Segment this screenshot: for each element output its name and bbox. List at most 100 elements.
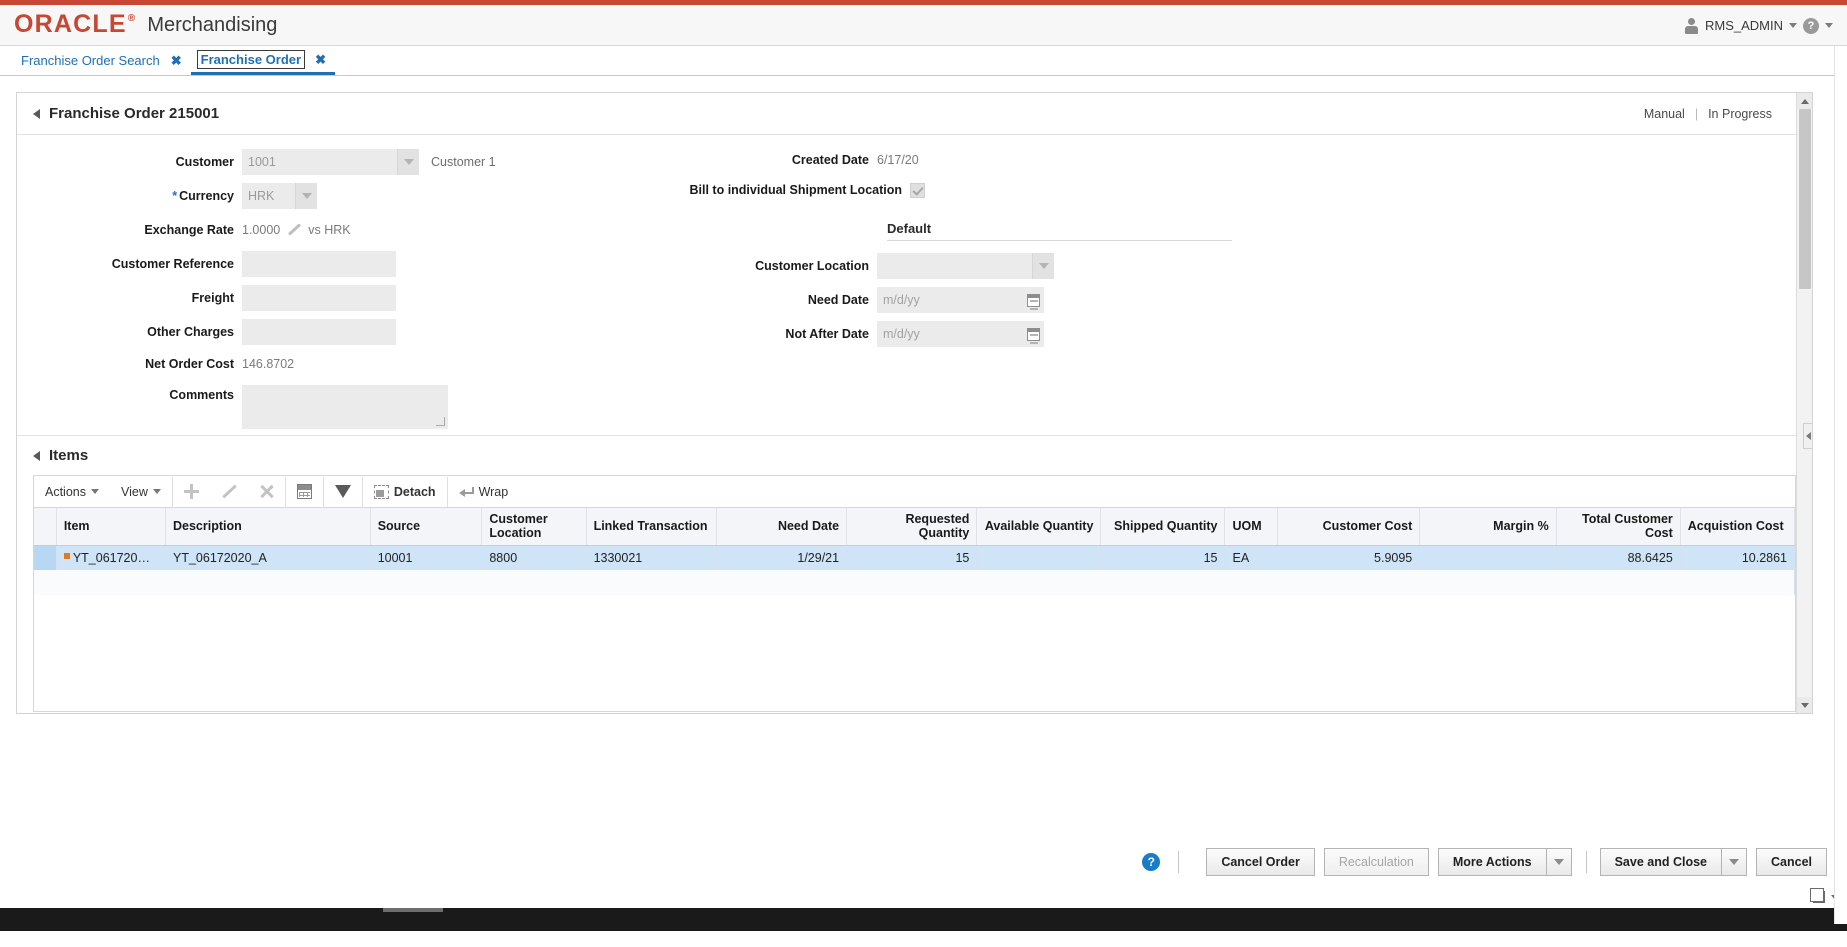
exchange-rate-suffix: vs HRK [308, 223, 351, 237]
tab-franchise-order[interactable]: Franchise Order ✖ [190, 46, 335, 75]
detach-button[interactable]: Detach [363, 477, 447, 507]
save-and-close-dropdown-button[interactable] [1721, 848, 1747, 876]
filter-button[interactable] [324, 477, 362, 507]
column-header-margin-pct[interactable]: Margin % [1419, 508, 1557, 546]
items-table-container[interactable]: Item Description Source Customer Locatio… [33, 507, 1796, 712]
need-date-field[interactable]: m/d/yy [877, 287, 1044, 313]
more-actions-button[interactable]: More Actions [1437, 848, 1546, 876]
exchange-rate-label: Exchange Rate [144, 223, 234, 237]
panel-collapse-handle[interactable] [1803, 423, 1812, 449]
cell-linked-transaction[interactable]: 1330021 [586, 545, 717, 571]
cell-acquisition-cost[interactable]: 10.2861 [1680, 545, 1795, 571]
customer-reference-input[interactable] [242, 251, 396, 277]
need-date-input[interactable]: m/d/yy [877, 287, 1022, 313]
column-header-linked-transaction[interactable]: Linked Transaction [586, 508, 717, 546]
column-header-available-quantity[interactable]: Available Quantity [976, 508, 1102, 546]
currency-field[interactable]: HRK [242, 183, 317, 209]
column-header-customer-location[interactable]: Customer Location [481, 508, 587, 546]
more-actions-split-button[interactable]: More Actions [1437, 848, 1572, 876]
cell-uom[interactable]: EA [1224, 545, 1278, 571]
column-header-uom[interactable]: UOM [1224, 508, 1278, 546]
column-header-description[interactable]: Description [165, 508, 371, 546]
customer-dropdown-button[interactable] [397, 149, 419, 175]
cell-customer-location[interactable]: 8800 [481, 545, 587, 571]
tab-close-icon[interactable]: ✖ [315, 53, 326, 66]
taskbar-active-chip [383, 908, 443, 912]
tab-franchise-order-search[interactable]: Franchise Order Search ✖ [14, 46, 191, 75]
not-after-date-field[interactable]: m/d/yy [877, 321, 1044, 347]
customer-location-field[interactable] [877, 253, 1054, 279]
panel-vertical-scrollbar[interactable] [1796, 93, 1812, 713]
wrap-button[interactable]: Wrap [448, 477, 520, 507]
cell-margin-pct[interactable] [1419, 545, 1557, 571]
export-to-excel-button[interactable] [286, 477, 323, 507]
column-header-need-date[interactable]: Need Date [716, 508, 848, 546]
customer-location-input[interactable] [877, 253, 1032, 279]
save-and-close-split-button[interactable]: Save and Close [1599, 848, 1747, 876]
need-date-calendar-button[interactable] [1022, 287, 1044, 313]
cell-customer-cost[interactable]: 5.9095 [1277, 545, 1421, 571]
cancel-order-button[interactable]: Cancel Order [1206, 848, 1315, 876]
table-row[interactable]: YT_061720… YT_06172020_A 10001 8800 1330… [34, 545, 1795, 571]
user-menu-chevron-down-icon[interactable] [1789, 23, 1797, 28]
column-header-requested-quantity[interactable]: Requested Quantity [846, 508, 978, 546]
customer-reference-label: Customer Reference [111, 257, 234, 271]
cell-need-date[interactable]: 1/29/21 [716, 545, 848, 571]
bill-to-shipment-location-checkbox[interactable] [910, 182, 925, 198]
table-empty-cell [34, 570, 1795, 596]
view-menu-label: View [121, 484, 148, 499]
help-menu-chevron-down-icon[interactable] [1825, 23, 1833, 28]
scroll-up-button[interactable] [1797, 93, 1812, 109]
currency-input[interactable]: HRK [242, 183, 295, 209]
row-selection-marker[interactable] [34, 545, 57, 571]
cell-requested-quantity[interactable]: 15 [846, 545, 978, 571]
collapse-triangle-icon[interactable] [33, 108, 40, 119]
customer-field[interactable]: 1001 [242, 149, 419, 175]
column-header-shipped-quantity[interactable]: Shipped Quantity [1100, 508, 1226, 546]
column-header-item[interactable]: Item [56, 508, 167, 546]
restore-window-icon[interactable] [1810, 888, 1825, 903]
customer-location-dropdown-button[interactable] [1032, 253, 1054, 279]
not-after-date-input[interactable]: m/d/yy [877, 321, 1022, 347]
cell-item[interactable]: YT_061720… [56, 545, 167, 571]
column-header-source[interactable]: Source [370, 508, 483, 546]
customer-location-label: Customer Location [755, 259, 869, 273]
actions-menu[interactable]: Actions [34, 477, 110, 507]
delete-row-button[interactable] [248, 477, 285, 507]
column-header-acquisition-cost[interactable]: Acquistion Cost [1680, 508, 1795, 546]
help-icon[interactable]: ? [1803, 17, 1819, 34]
calendar-icon [1026, 293, 1040, 310]
other-charges-input[interactable] [242, 319, 396, 345]
default-group: Default [657, 221, 1357, 241]
view-menu[interactable]: View [110, 477, 172, 507]
currency-dropdown-button[interactable] [295, 183, 317, 209]
item-flag-icon [63, 553, 70, 559]
tab-label: Franchise Order Search [21, 53, 160, 68]
cell-shipped-quantity[interactable]: 15 [1100, 545, 1226, 571]
scrollbar-thumb[interactable] [1799, 109, 1811, 289]
freight-input[interactable] [242, 285, 396, 311]
column-header-total-customer-cost[interactable]: Total Customer Cost [1556, 508, 1681, 546]
footer-help-icon[interactable]: ? [1142, 853, 1161, 871]
net-order-cost-label: Net Order Cost [145, 357, 234, 371]
cancel-button[interactable]: Cancel [1756, 848, 1827, 876]
comments-textarea[interactable] [242, 385, 448, 429]
page-title: Franchise Order 215001 [49, 105, 220, 122]
more-actions-dropdown-button[interactable] [1545, 848, 1572, 876]
scroll-down-button[interactable] [1797, 697, 1812, 713]
customer-input[interactable]: 1001 [242, 149, 397, 175]
edit-pencil-icon[interactable] [287, 223, 301, 237]
items-collapse-triangle-icon[interactable] [33, 450, 40, 461]
cell-source[interactable]: 10001 [370, 545, 483, 571]
cell-total-customer-cost[interactable]: 88.6425 [1556, 545, 1681, 571]
cell-description[interactable]: YT_06172020_A [165, 545, 371, 571]
save-and-close-button[interactable]: Save and Close [1599, 848, 1721, 876]
tab-close-icon[interactable]: ✖ [171, 54, 182, 67]
not-after-date-calendar-button[interactable] [1022, 321, 1044, 347]
column-header-customer-cost[interactable]: Customer Cost [1277, 508, 1421, 546]
cell-available-quantity[interactable] [976, 545, 1102, 571]
add-row-button[interactable] [173, 477, 210, 507]
order-form-left-column: Customer 1001 Customer 1 *Currency HRK [17, 149, 657, 429]
chevron-down-icon [1038, 263, 1049, 269]
edit-row-button[interactable] [210, 477, 248, 507]
